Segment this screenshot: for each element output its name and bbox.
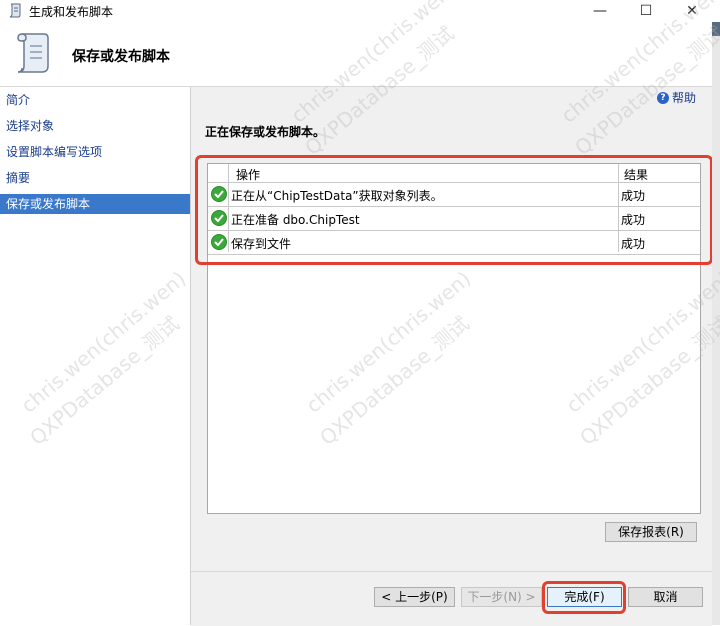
- sidebar-item-summary[interactable]: 摘要: [0, 168, 190, 188]
- sidebar-item-scripting-options[interactable]: 设置脚本编写选项: [0, 142, 190, 162]
- page-title: 保存或发布脚本: [72, 49, 170, 65]
- help-icon: ?: [657, 91, 669, 104]
- help-link[interactable]: ? 帮助: [657, 89, 696, 106]
- sidebar-item-save-publish[interactable]: 保存或发布脚本: [0, 194, 190, 214]
- main-panel: ? 帮助 正在保存或发布脚本。 操作 结果 正在从“ChipTestData”获…: [191, 87, 713, 571]
- maximize-button[interactable]: ☐: [623, 0, 669, 22]
- status-heading: 正在保存或发布脚本。: [205, 125, 326, 139]
- cancel-button[interactable]: 取消: [628, 587, 703, 607]
- annotation-highlight-box: [542, 581, 626, 614]
- minimize-button[interactable]: —: [577, 0, 623, 22]
- wizard-header: 保存或发布脚本: [0, 22, 712, 87]
- annotation-highlight-box: [195, 155, 713, 265]
- background-window-edge: [712, 22, 720, 625]
- wizard-footer: < 上一步(P) 下一步(N) > 完成(F) 取消: [191, 571, 712, 626]
- help-label: 帮助: [672, 91, 697, 105]
- save-report-button[interactable]: 保存报表(R): [605, 522, 697, 542]
- previous-button[interactable]: < 上一步(P): [374, 587, 455, 607]
- sidebar-item-intro[interactable]: 简介: [0, 90, 190, 110]
- close-button[interactable]: ✕: [669, 0, 715, 22]
- script-scroll-icon: [17, 33, 49, 73]
- window-title: 生成和发布脚本: [29, 5, 114, 19]
- next-button[interactable]: 下一步(N) >: [461, 587, 542, 607]
- wizard-sidebar: 简介 选择对象 设置脚本编写选项 摘要 保存或发布脚本: [0, 87, 191, 625]
- title-bar: 生成和发布脚本 — ☐ ✕: [0, 0, 720, 22]
- background-window-edge: [712, 22, 720, 36]
- sidebar-item-choose-objects[interactable]: 选择对象: [0, 116, 190, 136]
- script-scroll-icon: [9, 3, 21, 18]
